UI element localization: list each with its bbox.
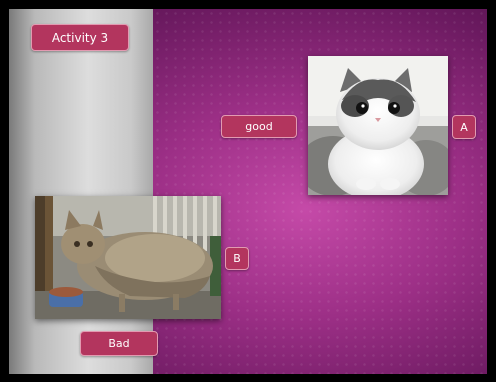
option-a-button[interactable]: A	[452, 115, 476, 139]
option-b-button[interactable]: B	[225, 247, 249, 270]
bad-label-button[interactable]: Bad	[80, 331, 158, 356]
activity-title-button[interactable]: Activity 3	[31, 24, 129, 51]
white-kitten-photo[interactable]	[308, 56, 448, 195]
good-label-button[interactable]: good	[221, 115, 297, 138]
left-gray-panel	[9, 9, 153, 374]
scruffy-cat-photo[interactable]	[35, 196, 221, 319]
slide-canvas: Activity 3 good A B Bad	[9, 9, 487, 374]
